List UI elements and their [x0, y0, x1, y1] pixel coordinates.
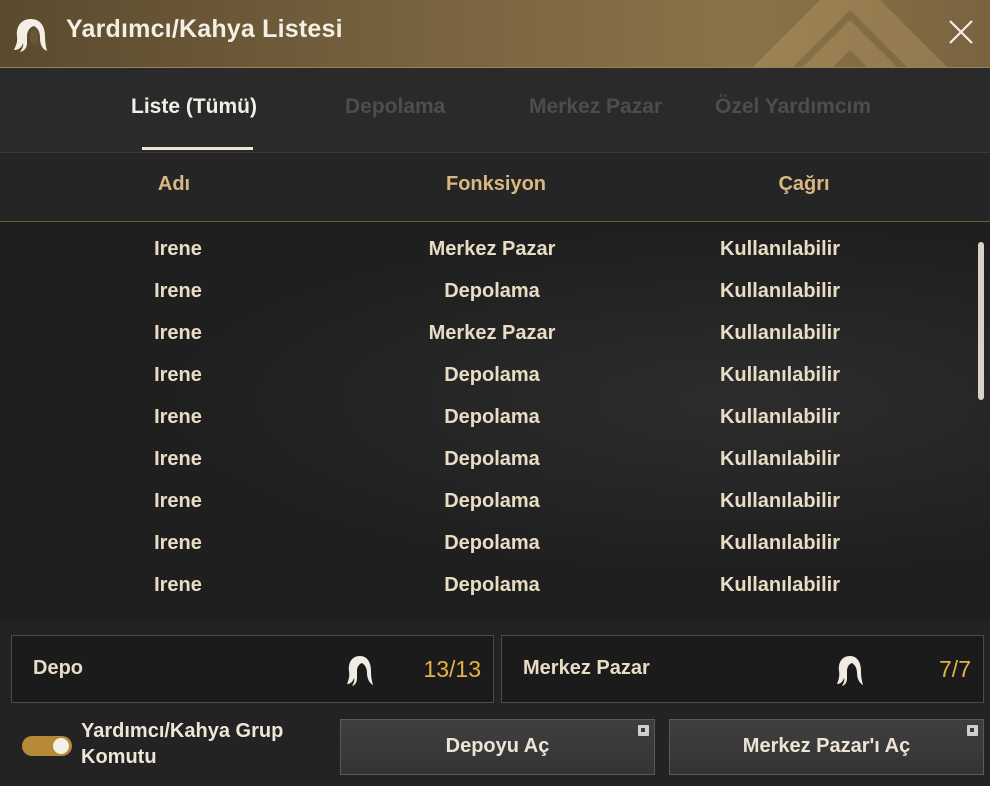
title-bar: Yardımcı/Kahya Listesi [0, 0, 990, 68]
table-header: Adı Fonksiyon Çağrı [0, 153, 990, 222]
maid-name: Irene [154, 490, 202, 512]
table-row[interactable]: Irene Depolama Kullanılabilir [0, 440, 970, 482]
maid-status: Kullanılabilir [719, 532, 841, 554]
storage-counter-box: Depo 13/13 [11, 635, 494, 703]
maid-name: Irene [154, 322, 202, 344]
active-tab-indicator [142, 147, 253, 150]
decorative-pattern-icon [753, 0, 947, 67]
maid-status: Kullanılabilir [719, 280, 841, 302]
open-storage-button[interactable]: Depoyu Aç [340, 719, 655, 775]
table-row[interactable]: Irene Depolama Kullanılabilir [0, 482, 970, 524]
maid-status: Kullanılabilir [719, 490, 841, 512]
column-header-name: Adı [157, 173, 191, 195]
toggle-knob [53, 738, 69, 754]
open-market-label: Merkez Pazar'ı Aç [742, 735, 911, 757]
maid-function: Depolama [444, 574, 540, 596]
maid-function: Depolama [444, 490, 540, 512]
scrollbar-thumb[interactable] [978, 242, 984, 400]
maid-name: Irene [154, 532, 202, 554]
table-row[interactable]: Irene Merkez Pazar Kullanılabilir [0, 230, 970, 272]
window-title: Yardımcı/Kahya Listesi [66, 15, 343, 43]
close-icon[interactable] [946, 17, 976, 47]
maid-function: Depolama [444, 448, 540, 470]
table-row[interactable]: Irene Merkez Pazar Kullanılabilir [0, 314, 970, 356]
market-counter-box: Merkez Pazar 7/7 [501, 635, 984, 703]
external-window-icon [967, 725, 978, 736]
market-label: Merkez Pazar [523, 657, 650, 679]
list-scrollbar[interactable] [978, 242, 984, 620]
maid-icon [837, 656, 863, 686]
maid-status: Kullanılabilir [719, 448, 841, 470]
tab-central-market[interactable]: Merkez Pazar [529, 95, 662, 119]
maid-function: Merkez Pazar [428, 238, 556, 260]
maid-status: Kullanılabilir [719, 406, 841, 428]
table-row[interactable]: Irene Depolama Kullanılabilir [0, 356, 970, 398]
open-market-button[interactable]: Merkez Pazar'ı Aç [669, 719, 984, 775]
maid-function: Depolama [444, 280, 540, 302]
maid-name: Irene [154, 238, 202, 260]
maid-list: Irene Merkez Pazar Kullanılabilir Irene … [0, 222, 990, 620]
group-command-toggle[interactable] [22, 736, 72, 756]
storage-count: 13/13 [423, 656, 481, 682]
maid-status: Kullanılabilir [719, 238, 841, 260]
table-row[interactable]: Irene Depolama Kullanılabilir [0, 566, 970, 608]
maid-list-window: Yardımcı/Kahya Listesi Liste (Tümü) Depo… [0, 0, 990, 786]
tab-bar: Liste (Tümü) Depolama Merkez Pazar Özel … [0, 68, 990, 153]
maid-icon [14, 19, 47, 52]
tab-storage[interactable]: Depolama [345, 95, 445, 119]
storage-label: Depo [33, 657, 83, 679]
maid-function: Depolama [444, 406, 540, 428]
market-count: 7/7 [939, 656, 971, 682]
tab-my-special-maid[interactable]: Özel Yardımcım [715, 95, 871, 119]
column-header-summon: Çağrı [778, 173, 830, 195]
maid-name: Irene [154, 280, 202, 302]
maid-function: Depolama [444, 532, 540, 554]
maid-status: Kullanılabilir [719, 574, 841, 596]
maid-status: Kullanılabilir [719, 322, 841, 344]
table-row[interactable]: Irene Depolama Kullanılabilir [0, 398, 970, 440]
column-header-function: Fonksiyon [445, 173, 547, 195]
tab-list-all[interactable]: Liste (Tümü) [131, 95, 257, 119]
table-row[interactable]: Irene Depolama Kullanılabilir [0, 524, 970, 566]
maid-function: Merkez Pazar [428, 322, 556, 344]
maid-icon [347, 656, 373, 686]
bottom-panel: Depo 13/13 Merkez Pazar 7/7 Yardımcı/Kah… [0, 620, 990, 786]
open-storage-label: Depoyu Aç [445, 735, 550, 757]
maid-status: Kullanılabilir [719, 364, 841, 386]
maid-name: Irene [154, 448, 202, 470]
maid-function: Depolama [444, 364, 540, 386]
external-window-icon [638, 725, 649, 736]
group-command-label: Yardımcı/Kahya Grup Komutu [81, 720, 284, 768]
maid-name: Irene [154, 364, 202, 386]
table-row[interactable]: Irene Depolama Kullanılabilir [0, 272, 970, 314]
maid-name: Irene [154, 406, 202, 428]
maid-name: Irene [154, 574, 202, 596]
